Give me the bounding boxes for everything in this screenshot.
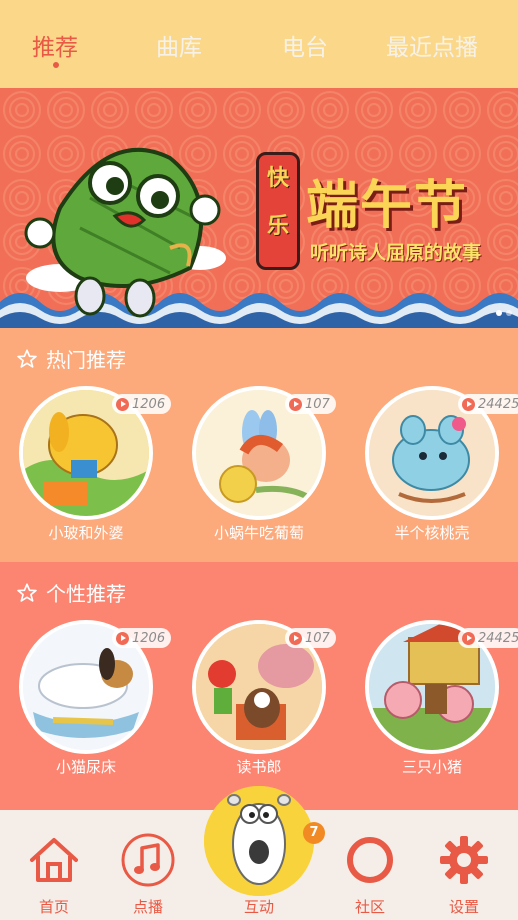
play-count-badge: 1206 (112, 394, 172, 414)
star-outline-icon (17, 348, 37, 368)
hot-recommend-section: 热门推荐 1206 小玻和外婆 107 小蜗牛吃葡萄 24425 半个核桃壳 (0, 328, 518, 562)
banner-title: 端午节 (306, 176, 469, 236)
interact-avatar-button[interactable] (204, 786, 314, 896)
notification-count-badge: 7 (303, 822, 325, 844)
banner-lantern-bottom: 乐 (266, 214, 289, 239)
community-ring-icon (347, 837, 393, 883)
play-count: 107 (305, 630, 330, 646)
story-title: 小玻和外婆 (48, 524, 124, 542)
personal-recommend-section: 个性推荐 1206 小猫尿床 107 读书郎 24425 三只小猪 (0, 562, 518, 810)
banner-page-indicator (496, 310, 512, 316)
play-count-badge: 107 (285, 628, 336, 648)
music-note-icon (121, 833, 175, 887)
play-icon (116, 631, 129, 645)
personal-recommend-title: 个性推荐 (46, 582, 126, 606)
story-card[interactable]: 107 读书郎 (189, 620, 336, 800)
play-icon (289, 631, 302, 645)
story-title: 三只小猪 (401, 758, 462, 776)
nav-label: 社区 (354, 898, 385, 916)
cartoon-bear-avatar (204, 786, 314, 896)
nav-home[interactable]: 首页 (14, 810, 94, 920)
story-title: 小蜗牛吃葡萄 (213, 524, 304, 542)
play-count: 1206 (132, 630, 166, 646)
play-icon (116, 397, 129, 411)
banner-lantern: 快 乐 (256, 152, 300, 270)
top-tab-bar: 推荐 曲库 电台 最近点播 (0, 0, 518, 88)
play-count-badge: 1206 (112, 628, 172, 648)
play-count-badge: 24425 (458, 628, 518, 648)
play-count: 24425 (478, 630, 518, 646)
story-title: 半个核桃壳 (394, 524, 470, 542)
banner-page-dot (506, 310, 512, 316)
banner-lantern-top: 快 (266, 166, 289, 191)
play-count-badge: 107 (285, 394, 336, 414)
nav-label: 互动 (243, 898, 274, 916)
promo-banner[interactable]: 快 乐 端午节 听听诗人屈原的故事 (0, 88, 518, 328)
nav-label: 点播 (132, 898, 163, 916)
hot-recommend-header: 热门推荐 (16, 344, 126, 373)
nav-label: 设置 (448, 898, 479, 916)
nav-on-demand[interactable]: 点播 (108, 810, 188, 920)
story-title: 读书郎 (236, 758, 282, 776)
play-count: 107 (305, 396, 330, 412)
tab-radio[interactable]: 电台 (282, 28, 328, 62)
tab-recommend[interactable]: 推荐 (32, 28, 78, 62)
gear-icon (440, 836, 488, 884)
story-title: 小猫尿床 (55, 758, 116, 776)
tab-recent[interactable]: 最近点播 (386, 28, 478, 62)
nav-label: 首页 (38, 898, 69, 916)
story-card[interactable]: 1206 小玻和外婆 (16, 386, 172, 566)
story-card[interactable]: 107 小蜗牛吃葡萄 (189, 386, 336, 566)
play-count-badge: 24425 (458, 394, 518, 414)
tab-library[interactable]: 曲库 (156, 28, 202, 62)
play-icon (462, 397, 475, 411)
nav-settings[interactable]: 设置 (424, 810, 504, 920)
personal-recommend-header: 个性推荐 (16, 578, 126, 607)
star-outline-icon (17, 582, 37, 602)
active-tab-indicator (53, 62, 59, 68)
story-card[interactable]: 24425 半个核桃壳 (362, 386, 518, 566)
hot-recommend-title: 热门推荐 (46, 348, 126, 372)
play-icon (462, 631, 475, 645)
play-count: 1206 (132, 396, 166, 412)
banner-page-dot (496, 310, 502, 316)
nav-community[interactable]: 社区 (330, 810, 410, 920)
banner-subtitle: 听听诗人屈原的故事 (310, 242, 482, 264)
home-icon (30, 838, 78, 882)
play-count: 24425 (478, 396, 518, 412)
story-card[interactable]: 24425 三只小猪 (362, 620, 518, 800)
story-card[interactable]: 1206 小猫尿床 (16, 620, 172, 800)
play-icon (289, 397, 302, 411)
